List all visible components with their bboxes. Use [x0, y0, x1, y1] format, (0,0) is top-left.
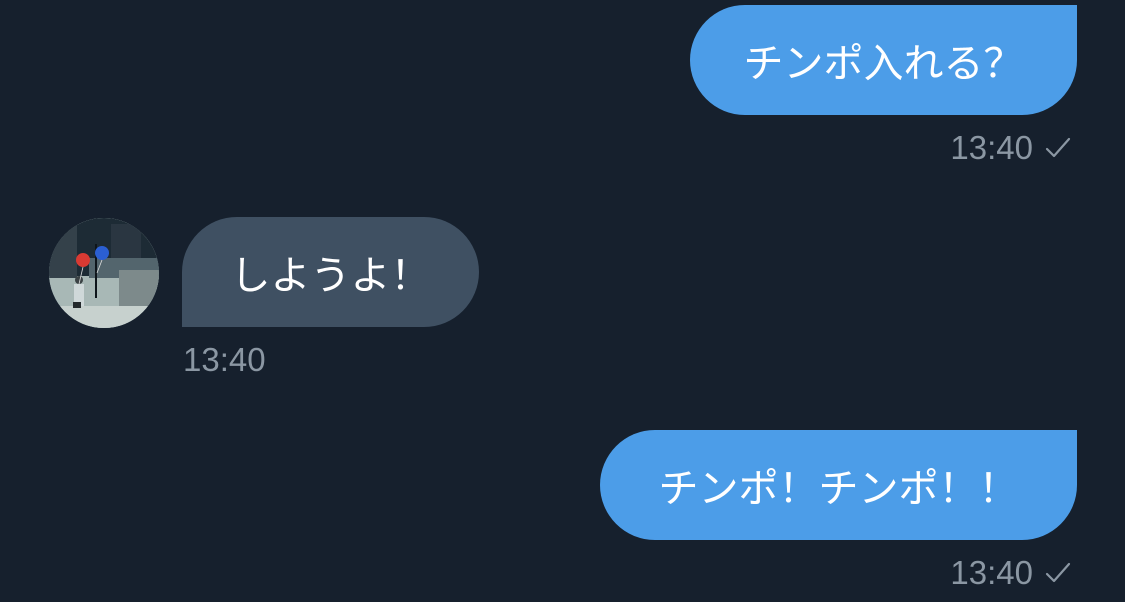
avatar-image: [49, 218, 159, 328]
contact-avatar[interactable]: [49, 218, 159, 328]
message-timestamp: 13:40: [950, 129, 1033, 166]
conversation-view: { "conversation": { "messages": [ {"dire…: [0, 0, 1125, 602]
message-bubble-sent[interactable]: チンポ入れる？: [690, 5, 1077, 115]
message-meta: 13:40: [950, 129, 1073, 167]
sent-check-icon: [1045, 562, 1071, 583]
sent-check-icon: [1045, 137, 1071, 158]
message-meta: 13:40: [950, 554, 1073, 592]
message-text: チンポ！チンポ！！: [658, 466, 1019, 512]
message-text: しようよ！: [230, 253, 431, 299]
message-text: チンポ入れる？: [743, 41, 1024, 87]
message-timestamp: 13:40: [950, 554, 1033, 591]
message-bubble-received[interactable]: しようよ！: [182, 217, 479, 327]
message-timestamp: 13:40: [183, 341, 266, 378]
message-bubble-sent[interactable]: チンポ！チンポ！！: [600, 430, 1077, 540]
message-meta: 13:40: [183, 341, 266, 379]
